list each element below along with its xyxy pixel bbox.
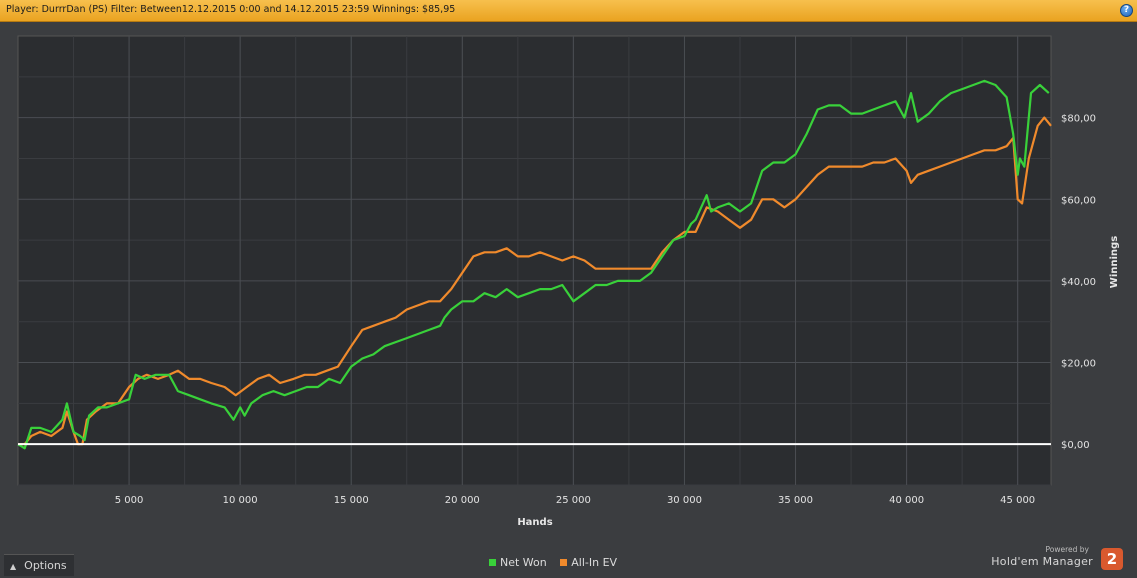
legend-label-net-won: Net Won	[500, 556, 547, 569]
product-badge: 2	[1101, 548, 1123, 570]
chart-header-bar: Player: DurrrDan (PS) Filter: Between12.…	[0, 0, 1137, 22]
y-tick-label: $20,00	[1061, 359, 1096, 370]
x-tick-label: 10 000	[223, 495, 258, 506]
x-tick-label: 25 000	[556, 495, 591, 506]
y-axis-label: Winnings	[1109, 236, 1120, 288]
brand-logo: Powered by Hold'em Manager 2	[967, 544, 1127, 574]
powered-by-text: Powered by	[1045, 545, 1089, 554]
x-tick-label: 15 000	[334, 495, 369, 506]
x-tick-label: 45 000	[1000, 495, 1035, 506]
legend-swatch-net-won	[489, 559, 496, 566]
y-tick-label: $0,00	[1061, 440, 1090, 451]
y-tick-label: $80,00	[1061, 114, 1096, 125]
chart-legend: Net Won All-In EV	[489, 556, 627, 572]
legend-item-net-won[interactable]: Net Won	[489, 556, 547, 569]
x-tick-label: 40 000	[889, 495, 924, 506]
winnings-chart-svg: 5 000 10 000 15 000 20 000 25 000 30 000 35 00…	[17, 35, 1120, 528]
x-tick-label: 30 000	[667, 495, 702, 506]
x-axis-label: Hands	[517, 517, 552, 528]
y-axis-ticks: $0,00 $20,00 $40,00 $60,00 $80,00	[1061, 114, 1096, 452]
legend-swatch-all-in-ev	[560, 559, 568, 566]
chart-filter-title: Player: DurrrDan (PS) Filter: Between12.…	[6, 4, 456, 15]
chevron-up-icon: ▲	[10, 562, 17, 571]
x-tick-label: 20 000	[445, 495, 480, 506]
legend-label-all-in-ev: All-In EV	[571, 556, 618, 569]
legend-item-all-in-ev[interactable]: All-In EV	[560, 556, 617, 569]
help-icon[interactable]: ?	[1120, 4, 1133, 17]
winnings-chart: 5 000 10 000 15 000 20 000 25 000 30 000 35 00…	[0, 22, 1137, 576]
y-tick-label: $40,00	[1061, 277, 1096, 288]
x-tick-label: 5 000	[115, 495, 144, 506]
options-label: Options	[24, 559, 67, 572]
y-tick-label: $60,00	[1061, 195, 1096, 206]
product-name: Hold'em Manager	[991, 555, 1093, 568]
x-tick-label: 35 000	[778, 495, 813, 506]
x-axis-ticks: 5 000 10 000 15 000 20 000 25 000 30 000 35 00…	[115, 495, 1035, 506]
options-button[interactable]: ▲ Options	[4, 554, 74, 576]
